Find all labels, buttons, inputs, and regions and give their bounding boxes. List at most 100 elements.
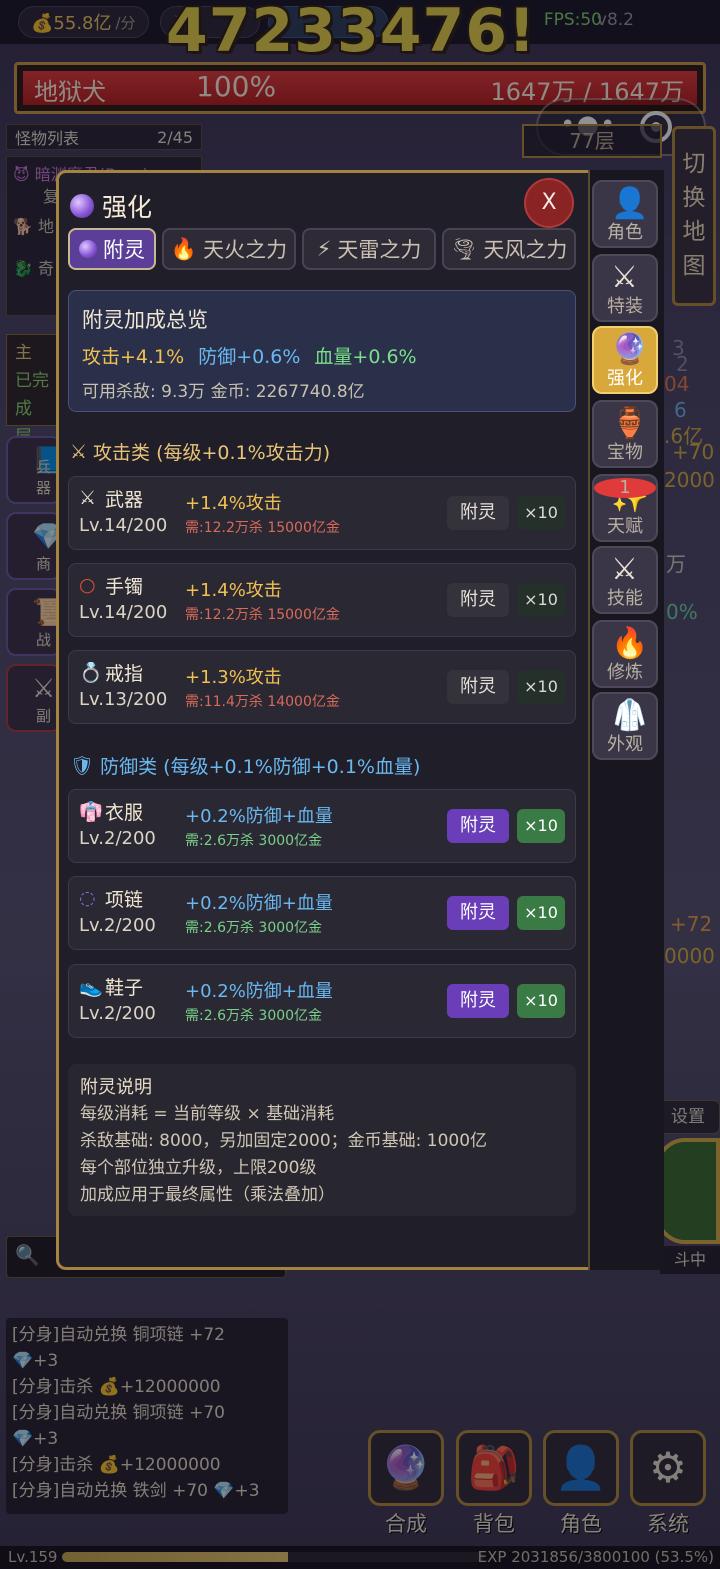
side-menu-talent[interactable]: ✨1天赋: [592, 474, 658, 542]
ring-icon: 💍: [79, 662, 103, 684]
item-name: 项链: [105, 889, 144, 911]
enchant-item-clothes: 👘 衣服 Lv.2/200 +0.2%防御+血量 需:2.6万杀 3000亿金 …: [68, 789, 576, 863]
item-cost: 需:12.2万杀 15000亿金: [185, 607, 340, 623]
lightning-icon: ⚡: [316, 237, 332, 261]
side-menu-skills[interactable]: ⚔ 技能: [592, 546, 658, 614]
tab-label: 天火之力: [203, 238, 288, 262]
enchant-button[interactable]: 附灵: [447, 496, 509, 530]
summary-resources: 可用杀敌: 9.3万 金币: 2267740.8亿: [82, 382, 365, 402]
help-line: 每个部位独立升级，上限200级: [80, 1158, 317, 1178]
enchant-button[interactable]: 附灵: [447, 896, 509, 930]
tornado-icon: 🌪: [450, 236, 478, 261]
item-cost: 需:12.2万杀 15000亿金: [185, 520, 340, 536]
modal-title-text: 强化: [102, 193, 153, 222]
side-menu-label: 外观: [607, 734, 643, 755]
enchant-item-necklace: ◌ 项链 Lv.2/200 +0.2%防御+血量 需:2.6万杀 3000亿金 …: [68, 876, 576, 950]
crystal-ball-icon: 🔮: [611, 332, 649, 367]
item-name: 戒指: [105, 663, 144, 685]
notification-badge: 1: [594, 478, 656, 498]
item-name: 武器: [105, 489, 144, 511]
treasure-jar-icon: 🏺: [611, 406, 649, 441]
side-menu-special-gear[interactable]: ⚔ 特装: [592, 254, 658, 322]
help-line: 杀敌基础: 8000，另加固定2000；金币基础: 1000亿: [80, 1131, 488, 1151]
enchant-button[interactable]: 附灵: [447, 809, 509, 843]
ring-circle-icon: ○: [79, 574, 96, 596]
fire-icon: 🔥: [170, 236, 198, 261]
item-level: Lv.14/200: [79, 602, 168, 623]
item-name: 鞋子: [105, 977, 144, 999]
shirt-icon: 👘: [79, 801, 103, 823]
crossed-swords-icon: ⚔: [611, 260, 638, 295]
enchant-button[interactable]: 附灵: [447, 670, 509, 704]
enchant-x10-button[interactable]: ×10: [517, 583, 565, 617]
crossed-swords-icon: ⚔: [70, 440, 88, 463]
tab-label: 附灵: [103, 238, 145, 262]
necklace-icon: ◌: [79, 887, 96, 909]
item-effect: +1.4%攻击: [185, 493, 282, 514]
item-cost: 需:11.4万杀 14000亿金: [185, 694, 340, 710]
help-line: 加成应用于最终属性（乘法叠加）: [80, 1185, 335, 1205]
enchant-x10-button[interactable]: ×10: [517, 984, 565, 1018]
side-menu-cultivation[interactable]: 🔥 修炼: [592, 620, 658, 688]
tab-sky-wind[interactable]: 🌪 天风之力: [442, 228, 576, 270]
enchant-button[interactable]: 附灵: [447, 583, 509, 617]
item-cost: 需:2.6万杀 3000亿金: [185, 920, 323, 936]
summary-stats: 攻击+4.1% 防御+0.6% 血量+0.6%: [82, 342, 417, 369]
side-menu-label: 修炼: [607, 662, 643, 683]
item-level: Lv.14/200: [79, 515, 168, 536]
close-button[interactable]: X: [524, 178, 574, 228]
summary-title: 附灵加成总览: [82, 308, 208, 332]
tab-sky-fire[interactable]: 🔥 天火之力: [162, 228, 296, 270]
side-menu-character[interactable]: 👤 角色: [592, 180, 658, 248]
shoe-icon: 👟: [79, 976, 103, 998]
tab-label: 天雷之力: [337, 238, 422, 262]
attack-section-title: 攻击类 (每级+0.1%攻击力): [93, 442, 331, 464]
enchant-help-box: 附灵说明 每级消耗 = 当前等级 × 基础消耗 杀敌基础: 8000，另加固定2…: [68, 1064, 576, 1216]
crystal-ball-icon: [70, 194, 94, 218]
item-effect: +1.4%攻击: [185, 580, 282, 601]
item-cost: 需:2.6万杀 3000亿金: [185, 833, 323, 849]
attack-section-header: ⚔ 攻击类 (每级+0.1%攻击力): [70, 438, 330, 465]
crossed-swords-icon: ⚔: [79, 487, 97, 509]
enchant-item-ring: 💍 戒指 Lv.13/200 +1.3%攻击 需:11.4万杀 14000亿金 …: [68, 650, 576, 724]
crystal-ball-icon: [79, 240, 97, 258]
defense-section-header: 🛡 防御类 (每级+0.1%防御+0.1%血量): [70, 752, 420, 779]
defense-section-title: 防御类 (每级+0.1%防御+0.1%血量): [100, 756, 421, 778]
robe-icon: 🥼: [611, 698, 649, 733]
side-menu-enhance[interactable]: 🔮 强化: [592, 326, 658, 394]
side-menu-treasure[interactable]: 🏺 宝物: [592, 400, 658, 468]
enchant-item-shoes: 👟 鞋子 Lv.2/200 +0.2%防御+血量 需:2.6万杀 3000亿金 …: [68, 964, 576, 1038]
side-menu-appearance[interactable]: 🥼 外观: [592, 692, 658, 760]
item-effect: +0.2%防御+血量: [185, 893, 333, 914]
enchant-button[interactable]: 附灵: [447, 984, 509, 1018]
item-effect: +1.3%攻击: [185, 667, 282, 688]
side-menu-label: 技能: [607, 588, 643, 609]
item-level: Lv.2/200: [79, 1003, 156, 1024]
help-line: 每级消耗 = 当前等级 × 基础消耗: [80, 1104, 335, 1124]
side-menu-label: 宝物: [607, 442, 643, 463]
item-effect: +0.2%防御+血量: [185, 806, 333, 827]
item-level: Lv.13/200: [79, 689, 168, 710]
side-menu-label: 特装: [607, 296, 643, 317]
help-title: 附灵说明: [80, 1077, 152, 1098]
item-level: Lv.2/200: [79, 915, 156, 936]
summary-defense: 防御+0.6%: [198, 346, 301, 368]
person-icon: 👤: [611, 186, 649, 221]
enchant-x10-button[interactable]: ×10: [517, 496, 565, 530]
enchant-x10-button[interactable]: ×10: [517, 670, 565, 704]
side-menu-label: 强化: [607, 368, 643, 389]
tab-label: 天风之力: [483, 238, 568, 262]
enchant-item-bracelet: ○ 手镯 Lv.14/200 +1.4%攻击 需:12.2万杀 15000亿金 …: [68, 563, 576, 637]
side-menu-label: 天赋: [607, 516, 643, 537]
item-name: 手镯: [105, 576, 144, 598]
tab-sky-thunder[interactable]: ⚡ 天雷之力: [302, 228, 436, 270]
item-cost: 需:2.6万杀 3000亿金: [185, 1008, 323, 1024]
item-effect: +0.2%防御+血量: [185, 981, 333, 1002]
tab-enchant[interactable]: 附灵: [68, 228, 156, 270]
enchant-x10-button[interactable]: ×10: [517, 809, 565, 843]
enchant-x10-button[interactable]: ×10: [517, 896, 565, 930]
modal-title: 强化: [70, 188, 152, 224]
shield-icon: 🛡: [70, 755, 95, 777]
item-name: 衣服: [105, 802, 144, 824]
enchant-item-weapon: ⚔ 武器 Lv.14/200 +1.4%攻击 需:12.2万杀 15000亿金 …: [68, 476, 576, 550]
